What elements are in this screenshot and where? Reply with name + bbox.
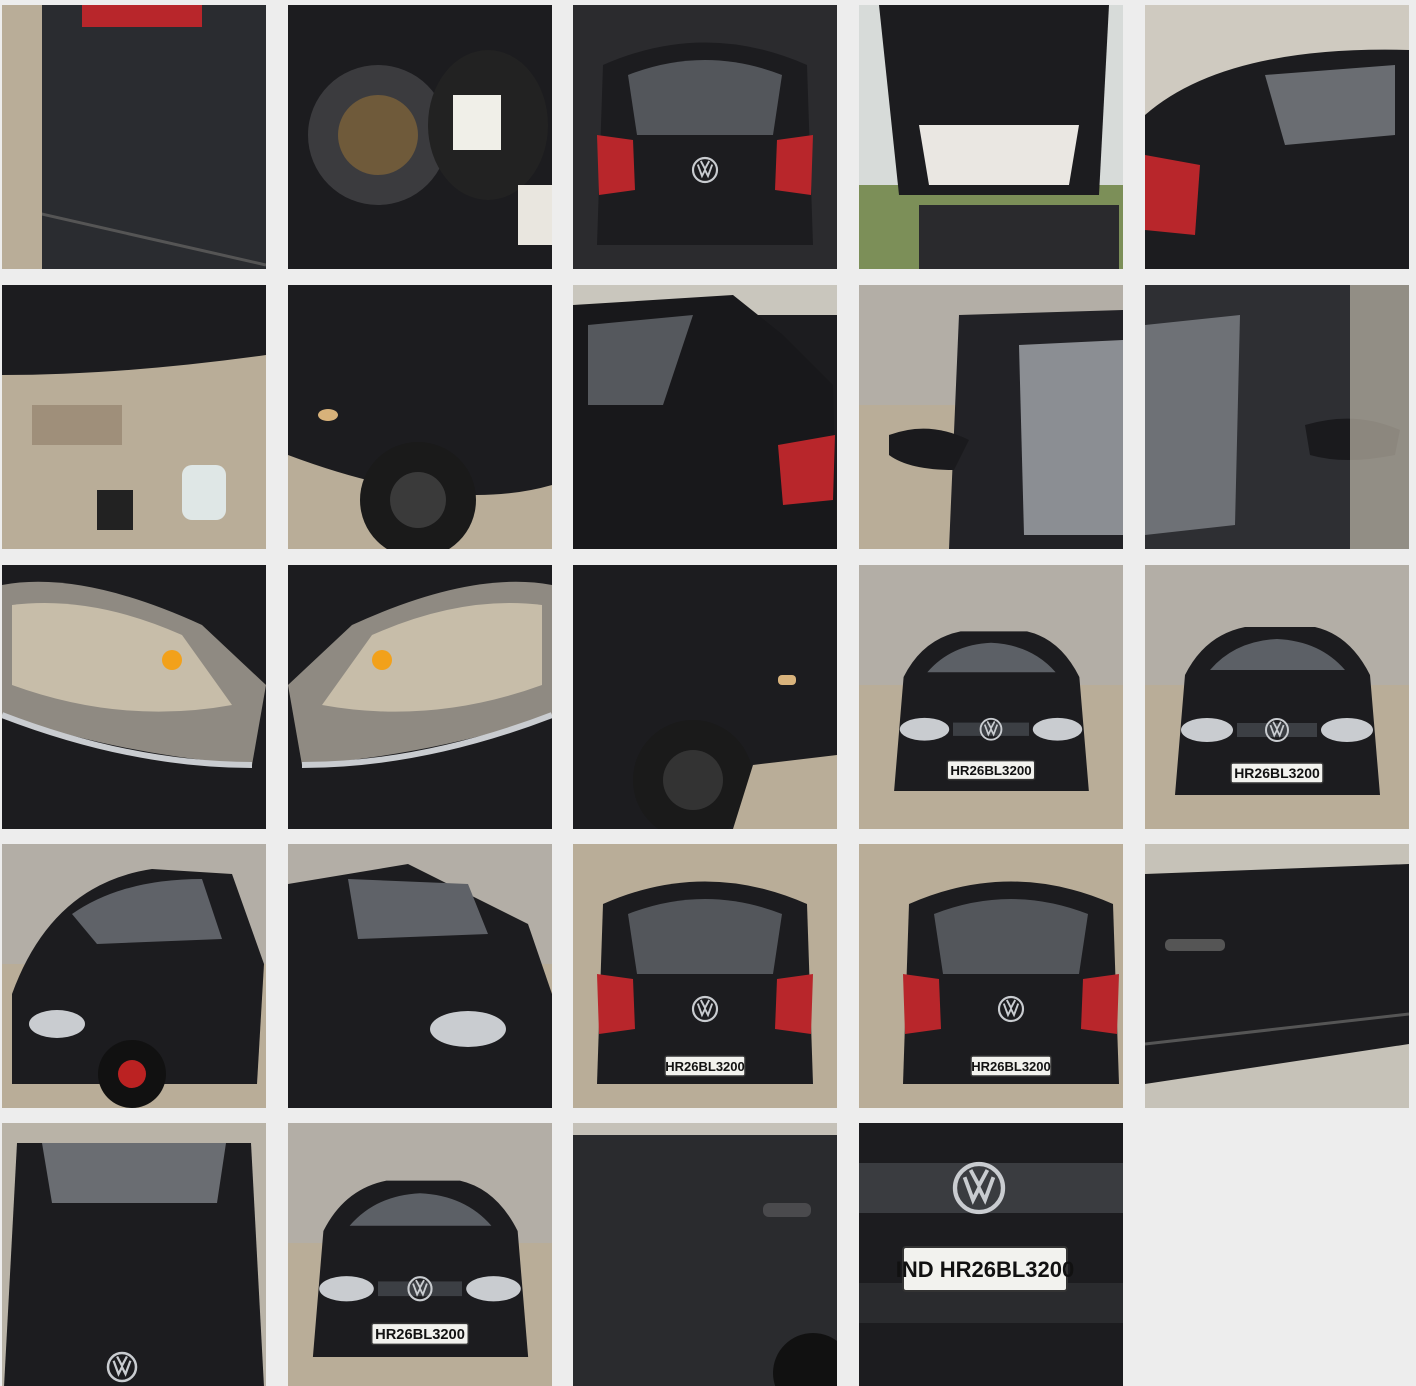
photo-thumbnail-rear-three-quarter[interactable]: HR26BL3200 [859,844,1123,1108]
photo-image [573,1123,837,1386]
photo-thumbnail-front-view[interactable]: HR26BL3200 [859,565,1123,829]
photo-thumbnail-headlamp-right[interactable] [288,565,552,829]
license-plate-text: HR26BL3200 [1234,765,1320,781]
photo-thumbnail-front-three-quarter-right[interactable] [288,844,552,1108]
photo-image: HR26BL3200 [859,844,1123,1108]
photo-thumbnail-front-view-angle[interactable]: HR26BL3200 [1145,565,1409,829]
photo-thumbnail-side-doors[interactable] [1145,844,1409,1108]
photo-image [573,565,837,829]
photo-image [859,285,1123,549]
license-plate-text: HR26BL3200 [971,1059,1051,1074]
photo-image [2,5,266,269]
photo-thumbnail-underbody-side[interactable] [2,285,266,549]
photo-image [573,285,837,549]
photo-thumbnail-side-mirror-windshield[interactable] [859,285,1123,549]
photo-thumbnail-front-three-quarter-left[interactable] [2,844,266,1108]
photo-image [288,565,552,829]
photo-thumbnail-rear-bumper-left[interactable] [2,5,266,269]
photo-gallery: HR26BL3200 HR26BL3200 HR26BL3200 HR26BL3… [0,0,1416,1386]
photo-image [288,844,552,1108]
photo-thumbnail-side-mirror-pillar[interactable] [1145,285,1409,549]
photo-image: HR26BL3200 [573,844,837,1108]
photo-thumbnail-grille-closeup[interactable]: IND HR26BL3200 [859,1123,1123,1386]
photo-thumbnail-rear-view[interactable]: HR26BL3200 [573,844,837,1108]
photo-thumbnail-rear-quarter-right[interactable] [573,285,837,549]
photo-image [1145,844,1409,1108]
photo-image [2,1123,266,1386]
photo-image [1145,285,1409,549]
photo-thumbnail-headlamp-left[interactable] [2,565,266,829]
photo-image [1145,5,1409,269]
photo-thumbnail-front-fender-wheel[interactable] [288,285,552,549]
photo-thumbnail-hood-top[interactable] [2,1123,266,1386]
photo-image [573,5,837,269]
license-plate-text: HR26BL3200 [665,1059,745,1074]
photo-thumbnail-front-fender-indicator[interactable] [573,565,837,829]
photo-image [2,285,266,549]
photo-image [2,565,266,829]
photo-thumbnail-front-low[interactable]: HR26BL3200 [288,1123,552,1386]
photo-thumbnail-fuel-door-open[interactable] [288,5,552,269]
photo-thumbnail-tailgate-open[interactable] [859,5,1123,269]
photo-thumbnail-rear-quarter-left[interactable] [1145,5,1409,269]
photo-image [2,844,266,1108]
photo-image [859,5,1123,269]
photo-thumbnail-rear-tailgate[interactable] [573,5,837,269]
photo-image: HR26BL3200 [859,565,1123,829]
license-plate-text: HR26BL3200 [950,763,1031,778]
photo-image: HR26BL3200 [288,1123,552,1386]
photo-thumbnail-rear-door[interactable] [573,1123,837,1386]
photo-image [288,5,552,269]
photo-image [288,285,552,549]
photo-image: HR26BL3200 [1145,565,1409,829]
license-plate-text: IND HR26BL3200 [896,1257,1075,1282]
license-plate-text: HR26BL3200 [375,1327,465,1343]
photo-image: IND HR26BL3200 [859,1123,1123,1386]
